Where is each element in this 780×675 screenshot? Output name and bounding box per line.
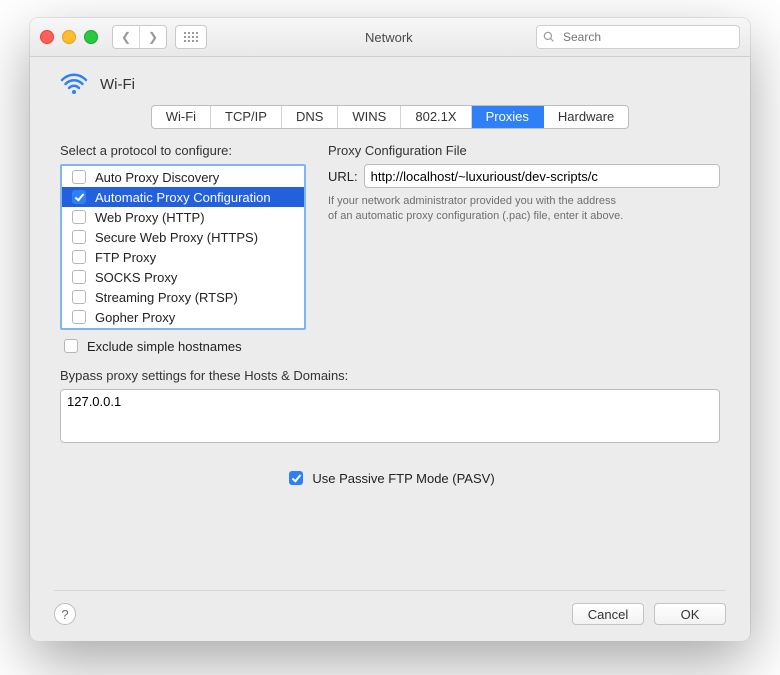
protocol-list[interactable]: Auto Proxy Discovery Automatic Proxy Conf…	[60, 164, 306, 330]
protocol-item[interactable]: Web Proxy (HTTP)	[62, 207, 304, 227]
pasv-checkbox[interactable]: Use Passive FTP Mode (PASV)	[54, 468, 726, 488]
tab-wifi[interactable]: Wi-Fi	[152, 106, 211, 128]
close-icon[interactable]	[40, 30, 54, 44]
window-controls	[40, 30, 98, 44]
tab-proxies[interactable]: Proxies	[472, 106, 544, 128]
protocol-label: Web Proxy (HTTP)	[95, 210, 205, 225]
minimize-icon[interactable]	[62, 30, 76, 44]
protocol-item[interactable]: Automatic Proxy Configuration	[62, 187, 304, 207]
search-input[interactable]	[561, 29, 733, 45]
protocol-checkbox[interactable]	[72, 210, 86, 224]
protocol-checkbox[interactable]	[72, 190, 86, 204]
protocol-item[interactable]: Streaming Proxy (RTSP)	[62, 287, 304, 307]
forward-button[interactable]: ❯	[140, 26, 166, 48]
titlebar: ❮ ❯ Network	[30, 18, 750, 57]
back-button[interactable]: ❮	[113, 26, 140, 48]
protocol-list-title: Select a protocol to configure:	[60, 143, 306, 158]
protocol-item[interactable]: SOCKS Proxy	[62, 267, 304, 287]
exclude-hostnames-checkbox[interactable]: Exclude simple hostnames	[60, 336, 306, 356]
tab-tcpip[interactable]: TCP/IP	[211, 106, 282, 128]
protocol-checkbox[interactable]	[72, 250, 86, 264]
proxy-config-title: Proxy Configuration File	[328, 143, 720, 158]
show-all-button[interactable]	[175, 25, 207, 49]
ok-button[interactable]: OK	[654, 603, 726, 625]
protocol-item[interactable]: Auto Proxy Discovery	[62, 167, 304, 187]
exclude-hostnames-label: Exclude simple hostnames	[87, 339, 242, 354]
protocol-checkbox[interactable]	[72, 290, 86, 304]
interface-name: Wi-Fi	[100, 76, 135, 93]
protocol-label: SOCKS Proxy	[95, 270, 177, 285]
help-button[interactable]: ?	[54, 603, 76, 625]
search-field[interactable]	[536, 25, 740, 49]
nav-back-forward: ❮ ❯	[112, 25, 167, 49]
interface-header: Wi-Fi	[60, 73, 726, 95]
footer: ? Cancel OK	[54, 590, 726, 625]
pasv-input[interactable]	[289, 471, 303, 485]
protocol-label: Gopher Proxy	[95, 310, 175, 325]
bypass-textarea[interactable]	[60, 389, 720, 443]
protocol-label: Streaming Proxy (RTSP)	[95, 290, 238, 305]
tab-8021x[interactable]: 802.1X	[401, 106, 471, 128]
pasv-label: Use Passive FTP Mode (PASV)	[312, 471, 494, 486]
protocol-checkbox[interactable]	[72, 230, 86, 244]
zoom-icon[interactable]	[84, 30, 98, 44]
protocol-label: Auto Proxy Discovery	[95, 170, 219, 185]
pane: Wi-Fi Wi-FiTCP/IPDNSWINS802.1XProxiesHar…	[30, 57, 750, 641]
tab-bar: Wi-FiTCP/IPDNSWINS802.1XProxiesHardware	[151, 105, 630, 129]
exclude-hostnames-input[interactable]	[64, 339, 78, 353]
protocol-label: Secure Web Proxy (HTTPS)	[95, 230, 258, 245]
protocol-item[interactable]: Secure Web Proxy (HTTPS)	[62, 227, 304, 247]
tab-wins[interactable]: WINS	[338, 106, 401, 128]
url-label: URL:	[328, 169, 358, 184]
tab-hardware[interactable]: Hardware	[544, 106, 628, 128]
protocol-label: Automatic Proxy Configuration	[95, 190, 271, 205]
protocol-checkbox[interactable]	[72, 270, 86, 284]
preferences-window: ❮ ❯ Network	[30, 18, 750, 640]
search-icon	[543, 31, 555, 43]
bypass-title: Bypass proxy settings for these Hosts & …	[60, 368, 720, 383]
protocol-checkbox[interactable]	[72, 170, 86, 184]
window-title: Network	[365, 30, 413, 45]
protocol-label: FTP Proxy	[95, 250, 156, 265]
grid-icon	[184, 32, 198, 42]
proxy-config-help: If your network administrator provided y…	[328, 194, 628, 224]
tab-dns[interactable]: DNS	[282, 106, 338, 128]
protocol-checkbox[interactable]	[72, 310, 86, 324]
protocol-item[interactable]: Gopher Proxy	[62, 307, 304, 327]
wifi-icon	[60, 73, 88, 95]
url-input[interactable]	[364, 164, 720, 188]
protocol-item[interactable]: FTP Proxy	[62, 247, 304, 267]
cancel-button[interactable]: Cancel	[572, 603, 644, 625]
